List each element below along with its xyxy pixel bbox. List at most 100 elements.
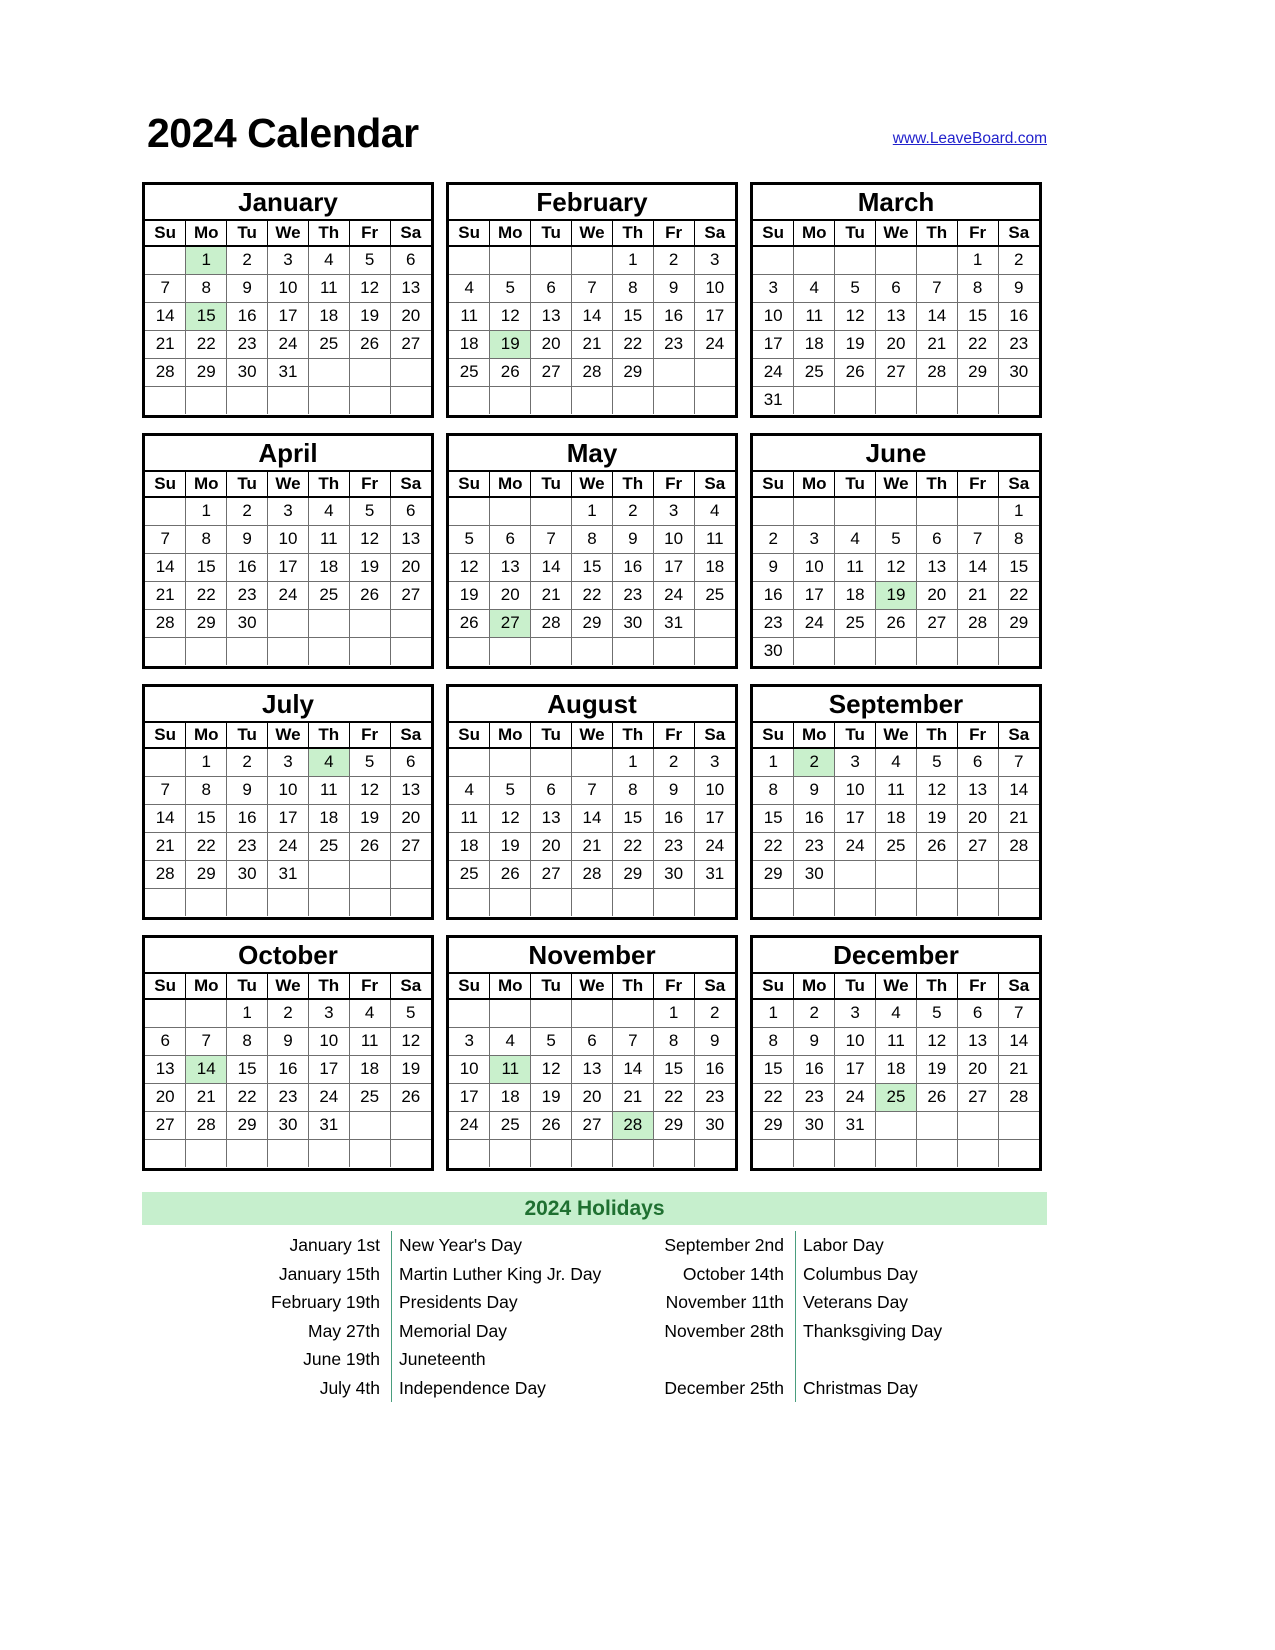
day-cell-empty <box>226 386 269 414</box>
day-cell-empty <box>226 1139 269 1167</box>
day-cell: 24 <box>267 330 309 359</box>
day-cell-holiday: 1 <box>185 246 228 275</box>
day-cell-empty <box>834 497 877 526</box>
weekday-we: We <box>267 974 309 1000</box>
week-row: 12 13 14 15 16 17 18 <box>449 553 735 582</box>
day-cell: 31 <box>694 860 735 889</box>
weekday-header-row: Su Mo Tu We Th Fr Sa <box>753 221 1039 247</box>
weekday-we: We <box>875 221 917 247</box>
day-cell: 22 <box>571 581 613 610</box>
day-cell: 21 <box>916 330 958 359</box>
day-cell-empty <box>349 1111 391 1140</box>
day-cell: 11 <box>793 302 836 331</box>
week-row: 3456789 <box>449 1027 735 1056</box>
week-row: 7 8 9 10 11 12 13 <box>145 525 431 554</box>
day-cell: 10 <box>449 1055 491 1084</box>
holiday-right-names: Labor Day Columbus Day Veterans Day Thanksg… <box>795 1231 1047 1402</box>
day-cell-empty <box>185 999 228 1028</box>
day-cell: 8 <box>612 776 654 805</box>
day-cell: 23 <box>267 1083 309 1112</box>
day-cell-empty <box>571 999 613 1028</box>
weekday-fr: Fr <box>957 221 999 247</box>
day-cell: 20 <box>957 1055 999 1084</box>
day-cell: 12 <box>489 302 532 331</box>
day-cell-empty <box>530 888 573 916</box>
day-cell: 28 <box>998 832 1039 861</box>
month-table: Su Mo Tu We Th Fr Sa 1 2 3 4 5 6 7 8 9 10 11 12 13 14 15 16 17 1… <box>145 723 431 916</box>
day-cell: 30 <box>267 1111 309 1140</box>
day-cell: 2 <box>753 525 795 554</box>
day-cell: 21 <box>957 581 999 610</box>
week-row: 19 20 21 22 23 24 25 <box>449 581 735 610</box>
holiday-name: Christmas Day <box>803 1377 918 1398</box>
day-cell: 25 <box>308 832 350 861</box>
month-title: April <box>145 436 431 472</box>
week-row: 12 <box>753 246 1039 275</box>
day-cell: 2 <box>226 748 269 777</box>
weekday-tu: Tu <box>530 974 573 1000</box>
day-cell: 6 <box>957 748 999 777</box>
day-cell: 24 <box>753 358 795 387</box>
day-cell: 5 <box>916 748 958 777</box>
day-cell-empty <box>145 637 187 665</box>
day-cell: 18 <box>349 1055 391 1084</box>
weekday-tu: Tu <box>834 723 877 749</box>
day-cell: 22 <box>753 832 795 861</box>
day-cell: 13 <box>145 1055 187 1084</box>
day-cell-empty <box>612 637 654 665</box>
day-cell-empty <box>489 246 532 275</box>
holiday-name: Independence Day <box>399 1377 546 1398</box>
day-cell: 29 <box>612 860 654 889</box>
week-row: 21 22 23 24 25 26 27 <box>145 581 431 610</box>
day-cell: 6 <box>489 525 532 554</box>
day-cell: 26 <box>916 1083 958 1112</box>
weekday-tu: Tu <box>834 974 877 1000</box>
day-cell-holiday: 19 <box>875 581 917 610</box>
day-cell: 9 <box>653 776 695 805</box>
weekday-fr: Fr <box>653 974 695 1000</box>
day-cell: 25 <box>308 581 350 610</box>
day-cell: 28 <box>998 1083 1039 1112</box>
day-cell-empty <box>449 1139 491 1167</box>
day-cell-empty <box>267 637 309 665</box>
day-cell: 7 <box>998 748 1039 777</box>
week-row <box>449 386 735 414</box>
day-cell: 8 <box>185 274 228 303</box>
day-cell: 10 <box>267 525 309 554</box>
day-cell: 19 <box>530 1083 573 1112</box>
day-cell: 2 <box>226 246 269 275</box>
day-cell-empty <box>530 386 573 414</box>
day-cell: 22 <box>957 330 999 359</box>
weekday-mo: Mo <box>793 472 836 498</box>
day-cell: 1 <box>185 497 228 526</box>
week-row: 1234 <box>449 497 735 526</box>
month-table: Su Mo Tu We Th Fr Sa 1 2 3 4 5 6 7 8 9 10 11 12 13 14 15 16 17 1… <box>449 974 735 1167</box>
day-cell: 18 <box>308 804 350 833</box>
day-cell-empty <box>449 888 491 916</box>
day-cell: 11 <box>349 1027 391 1056</box>
weekday-su: Su <box>145 472 187 498</box>
day-cell-empty <box>390 386 431 414</box>
day-cell: 31 <box>267 860 309 889</box>
day-cell: 14 <box>530 553 573 582</box>
leaveboard-link[interactable]: www.LeaveBoard.com <box>893 130 1047 148</box>
month-title: June <box>753 436 1039 472</box>
day-cell: 6 <box>390 246 431 275</box>
day-cell: 5 <box>875 525 917 554</box>
day-cell-empty <box>185 386 228 414</box>
weekday-tu: Tu <box>226 723 269 749</box>
day-cell: 30 <box>793 860 836 889</box>
week-row: 18 19 20 21 22 23 24 <box>449 330 735 359</box>
day-cell: 2 <box>226 497 269 526</box>
weekday-tu: Tu <box>226 472 269 498</box>
day-cell: 17 <box>653 553 695 582</box>
day-cell: 25 <box>694 581 735 610</box>
day-cell: 27 <box>530 860 573 889</box>
day-cell-empty <box>145 386 187 414</box>
week-row: 4 5 6 7 8 9 10 <box>449 274 735 303</box>
day-cell: 13 <box>875 302 917 331</box>
day-cell: 4 <box>875 748 917 777</box>
day-cell: 30 <box>653 860 695 889</box>
day-cell-empty <box>916 888 958 916</box>
day-cell: 16 <box>267 1055 309 1084</box>
